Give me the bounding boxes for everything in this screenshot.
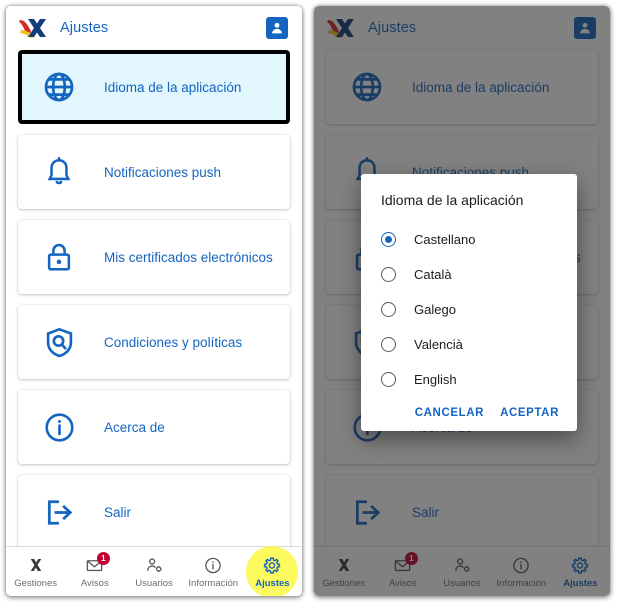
setting-item-notificaciones[interactable]: Notificaciones push	[18, 135, 290, 209]
cancel-button[interactable]: CANCELAR	[415, 407, 484, 419]
dialog-title: Idioma de la aplicación	[381, 192, 524, 208]
nav-label: Avisos	[80, 577, 109, 589]
setting-label: Mis certificados electrónicos	[104, 249, 273, 265]
radio-label: English	[414, 372, 457, 387]
avisos-badge: 1	[96, 551, 110, 565]
radio-button-icon	[381, 267, 396, 282]
nav-item-gestiones[interactable]: Gestiones	[6, 547, 65, 597]
dialog-actions: CANCELAR ACEPTAR	[361, 397, 577, 423]
nav-label: Ajustes	[255, 577, 290, 589]
radio-label: Galego	[414, 302, 456, 317]
setting-label: Condiciones y políticas	[104, 334, 243, 350]
nav-item-avisos[interactable]: 1 Avisos	[65, 547, 124, 597]
shield-search-icon	[40, 323, 78, 361]
radio-option-catala[interactable]: Català	[361, 257, 577, 292]
setting-item-certificados[interactable]: Mis certificados electrónicos	[18, 220, 290, 294]
radio-label: Català	[414, 267, 452, 282]
settings-list: Idioma de la aplicación Notificaciones p…	[6, 50, 302, 549]
phone-screen-language-dialog: Ajustes	[314, 6, 610, 596]
setting-label: Notificaciones push	[104, 164, 222, 180]
app-title: Ajustes	[60, 20, 109, 36]
radio-button-icon	[381, 337, 396, 352]
nav-label: Información	[188, 577, 239, 589]
users-gear-icon	[143, 555, 165, 576]
nav-item-informacion[interactable]: Información	[184, 547, 243, 597]
setting-label: Salir	[104, 504, 132, 520]
radio-label: Castellano	[414, 232, 476, 247]
radio-option-galego[interactable]: Galego	[361, 292, 577, 327]
setting-label: Idioma de la aplicación	[104, 79, 242, 95]
radio-button-icon	[381, 372, 396, 387]
agencia-tributaria-logo-icon	[18, 15, 48, 41]
radio-button-icon	[381, 302, 396, 317]
comparison-stage: Ajustes Idioma de la aplicación Notifica…	[0, 0, 620, 602]
logout-icon	[40, 493, 78, 531]
user-avatar-icon[interactable]	[266, 17, 288, 39]
setting-item-idioma[interactable]: Idioma de la aplicación	[18, 50, 290, 124]
nav-label: Usuarios	[135, 577, 173, 589]
accept-button[interactable]: ACEPTAR	[500, 407, 559, 419]
setting-item-condiciones[interactable]: Condiciones y políticas	[18, 305, 290, 379]
phone-screen-settings: Ajustes Idioma de la aplicación Notifica…	[6, 6, 302, 596]
info-icon	[40, 408, 78, 446]
radio-label: Valencià	[414, 337, 463, 352]
nav-item-usuarios[interactable]: Usuarios	[124, 547, 183, 597]
nav-label: Gestiones	[14, 577, 57, 589]
setting-label: Acerca de	[104, 419, 165, 435]
setting-item-acerca-de[interactable]: Acerca de	[18, 390, 290, 464]
bottom-nav: Gestiones 1 Avisos Usuarios Información …	[6, 545, 302, 597]
agencia-x-icon	[25, 555, 47, 576]
radio-option-castellano[interactable]: Castellano	[361, 222, 577, 257]
radio-option-valencia[interactable]: Valencià	[361, 327, 577, 362]
nav-item-ajustes[interactable]: Ajustes	[243, 545, 302, 596]
gear-icon	[261, 555, 283, 576]
bell-icon	[40, 153, 78, 191]
setting-item-salir[interactable]: Salir	[18, 475, 290, 549]
language-dialog: Idioma de la aplicación Castellano Catal…	[361, 174, 577, 431]
info-circle-icon	[202, 555, 224, 576]
lock-icon	[40, 238, 78, 276]
radio-option-english[interactable]: English	[361, 362, 577, 397]
app-header: Ajustes	[6, 6, 302, 50]
globe-icon	[40, 68, 78, 106]
radio-button-icon	[381, 232, 396, 247]
